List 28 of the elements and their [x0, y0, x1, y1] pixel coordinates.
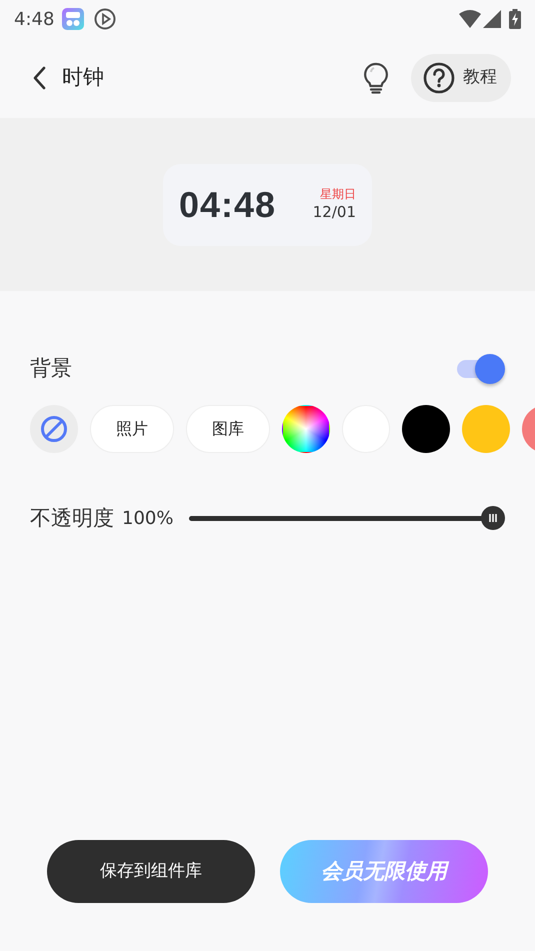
app-icon — [62, 8, 84, 30]
play-icon — [94, 8, 116, 30]
color-swatch[interactable] — [462, 404, 510, 452]
signal-icon — [483, 10, 501, 28]
background-label: 背景 — [30, 355, 72, 382]
opacity-slider[interactable] — [189, 506, 505, 530]
page-title: 时钟 — [62, 64, 104, 92]
weekday-text: 星期日 — [320, 186, 356, 202]
date-text: 12/01 — [312, 202, 356, 224]
clock-time: 04:48 — [179, 182, 276, 226]
opacity-label: 不透明度 — [30, 504, 114, 532]
lightbulb-icon[interactable] — [363, 62, 389, 94]
save-button[interactable]: 保存到组件库 — [47, 840, 255, 903]
background-option[interactable]: 照片 — [90, 404, 174, 452]
help-icon — [423, 62, 455, 94]
background-toggle[interactable] — [457, 354, 505, 384]
color-swatch[interactable] — [402, 404, 450, 452]
grip-icon — [488, 513, 498, 524]
tutorial-button[interactable]: 教程 — [411, 54, 511, 102]
opacity-value: 100% — [122, 506, 174, 531]
no-background-option[interactable] — [30, 404, 78, 452]
color-wheel-option[interactable] — [282, 404, 330, 452]
status-time: 4:48 — [14, 8, 54, 32]
back-icon[interactable] — [32, 66, 46, 90]
background-option[interactable]: 图库 — [186, 404, 270, 452]
prohibited-icon — [40, 414, 68, 442]
battery-icon — [509, 9, 521, 29]
wifi-icon — [459, 10, 481, 28]
